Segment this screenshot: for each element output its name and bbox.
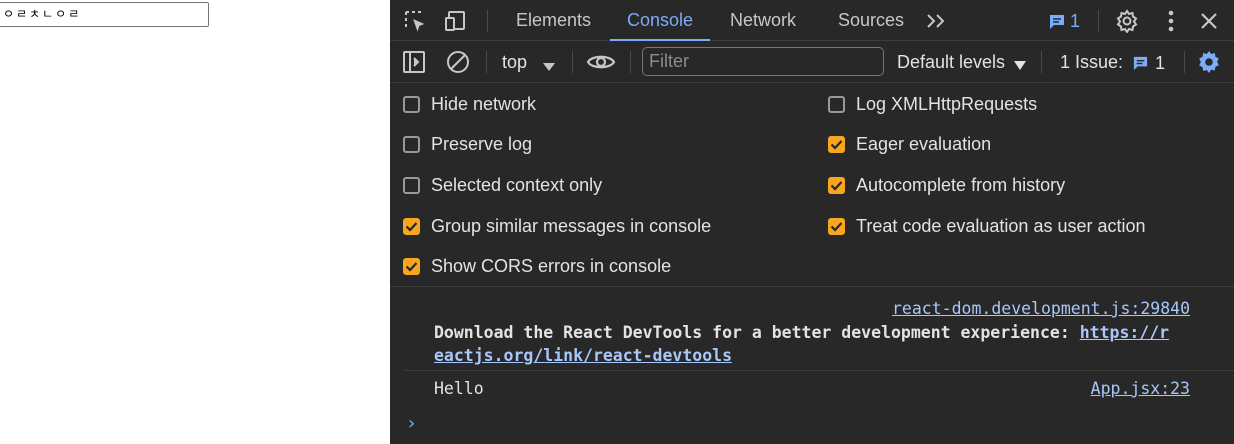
divider bbox=[487, 10, 488, 32]
devtools-link[interactable]: https://r bbox=[1080, 323, 1169, 342]
devtools-panel: Elements Console Network Sources 1 top F… bbox=[390, 0, 1234, 444]
filter-input[interactable]: Filter bbox=[642, 47, 884, 76]
message-source-link[interactable]: App.jsx:23 bbox=[1091, 379, 1190, 398]
divider bbox=[486, 51, 487, 73]
message-divider bbox=[404, 370, 1234, 371]
option-label: Autocomplete from history bbox=[856, 174, 1066, 195]
divider bbox=[1184, 51, 1185, 73]
devtools-tabbar: Elements Console Network Sources 1 bbox=[390, 0, 1234, 41]
tab-elements[interactable]: Elements bbox=[516, 0, 591, 41]
console-prompt-icon[interactable]: › bbox=[406, 413, 417, 434]
device-toolbar-icon[interactable] bbox=[444, 8, 470, 34]
log-levels-dropdown[interactable]: Default levels bbox=[897, 41, 1005, 83]
close-icon[interactable] bbox=[1196, 8, 1222, 34]
checkmark-icon bbox=[830, 221, 843, 232]
option-preserve-log[interactable]: Preserve log bbox=[403, 132, 532, 156]
checkbox-checked[interactable] bbox=[403, 257, 420, 275]
tab-sources[interactable]: Sources bbox=[838, 0, 904, 41]
more-tabs-icon[interactable] bbox=[924, 8, 950, 34]
inspect-element-icon[interactable] bbox=[402, 8, 428, 34]
tab-console[interactable]: Console bbox=[609, 0, 711, 41]
checkbox[interactable] bbox=[828, 95, 845, 113]
chevron-down-icon[interactable] bbox=[543, 58, 555, 76]
checkbox[interactable] bbox=[403, 135, 420, 153]
checkbox-checked[interactable] bbox=[828, 135, 845, 153]
console-toolbar: top Filter Default levels 1 Issue: 1 bbox=[390, 41, 1234, 83]
more-options-icon[interactable] bbox=[1158, 8, 1184, 34]
checkmark-icon bbox=[830, 180, 843, 191]
console-settings-gear-icon[interactable] bbox=[1197, 50, 1221, 79]
live-expression-eye-icon[interactable] bbox=[586, 51, 616, 78]
issues-count: 1 bbox=[1070, 11, 1081, 31]
console-settings-pane: Hide network Preserve log Selected conte… bbox=[390, 83, 1234, 287]
checkmark-icon bbox=[830, 139, 843, 150]
option-group-similar[interactable]: Group similar messages in console bbox=[403, 214, 711, 238]
console-output: react-dom.development.js:29840 Download … bbox=[390, 288, 1234, 444]
toolbar-issues-badge[interactable]: 1 bbox=[1132, 53, 1165, 74]
option-label: Group similar messages in console bbox=[431, 215, 712, 236]
option-treat-code-eval-user-action[interactable]: Treat code evaluation as user action bbox=[828, 214, 1146, 238]
checkbox-checked[interactable] bbox=[828, 176, 845, 194]
toolbar-issues-count: 1 bbox=[1155, 53, 1166, 73]
checkbox-checked[interactable] bbox=[828, 217, 845, 235]
divider bbox=[630, 51, 631, 73]
sidebar-toggle-icon[interactable] bbox=[402, 50, 426, 79]
divider bbox=[1098, 10, 1099, 32]
clear-console-icon[interactable] bbox=[446, 50, 470, 79]
option-label: Selected context only bbox=[431, 174, 603, 195]
page-viewport: ㅇㄹㅊㄴㅇㄹ bbox=[0, 0, 390, 444]
checkbox[interactable] bbox=[403, 95, 420, 113]
option-label: Hide network bbox=[431, 93, 537, 114]
option-hide-network[interactable]: Hide network bbox=[403, 92, 536, 116]
message-source-link[interactable]: react-dom.development.js:29840 bbox=[892, 299, 1190, 318]
message-text: Download the React DevTools for a better… bbox=[434, 323, 1080, 342]
option-log-xmlhttprequests[interactable]: Log XMLHttpRequests bbox=[828, 92, 1037, 116]
message-icon bbox=[1133, 56, 1148, 71]
issues-badge[interactable]: 1 bbox=[1048, 11, 1080, 32]
option-label: Show CORS errors in console bbox=[431, 255, 672, 276]
option-label: Treat code evaluation as user action bbox=[856, 215, 1146, 236]
option-label: Log XMLHttpRequests bbox=[856, 93, 1038, 114]
option-autocomplete-history[interactable]: Autocomplete from history bbox=[828, 173, 1065, 197]
option-selected-context-only[interactable]: Selected context only bbox=[403, 173, 602, 197]
option-label: Eager evaluation bbox=[856, 133, 992, 154]
option-label: Preserve log bbox=[431, 133, 533, 154]
context-selector[interactable]: top bbox=[502, 41, 527, 83]
option-show-cors-errors[interactable]: Show CORS errors in console bbox=[403, 254, 671, 278]
message-icon bbox=[1050, 14, 1064, 29]
tab-network[interactable]: Network bbox=[730, 0, 796, 41]
checkmark-icon bbox=[405, 221, 418, 232]
checkmark-icon bbox=[405, 261, 418, 272]
checkbox[interactable] bbox=[403, 176, 420, 194]
console-message: Download the React DevTools for a better… bbox=[434, 321, 1214, 367]
levels-chevron-down-icon[interactable] bbox=[1014, 57, 1026, 75]
issues-label[interactable]: 1 Issue: bbox=[1060, 41, 1123, 83]
option-eager-evaluation[interactable]: Eager evaluation bbox=[828, 132, 991, 156]
divider bbox=[1041, 51, 1042, 73]
console-message-text: Hello bbox=[434, 379, 484, 398]
text-input[interactable]: ㅇㄹㅊㄴㅇㄹ bbox=[0, 2, 209, 27]
settings-gear-icon[interactable] bbox=[1114, 8, 1140, 34]
divider bbox=[572, 51, 573, 73]
devtools-link-continued[interactable]: eactjs.org/link/react-devtools bbox=[434, 346, 732, 365]
checkbox-checked[interactable] bbox=[403, 217, 420, 235]
